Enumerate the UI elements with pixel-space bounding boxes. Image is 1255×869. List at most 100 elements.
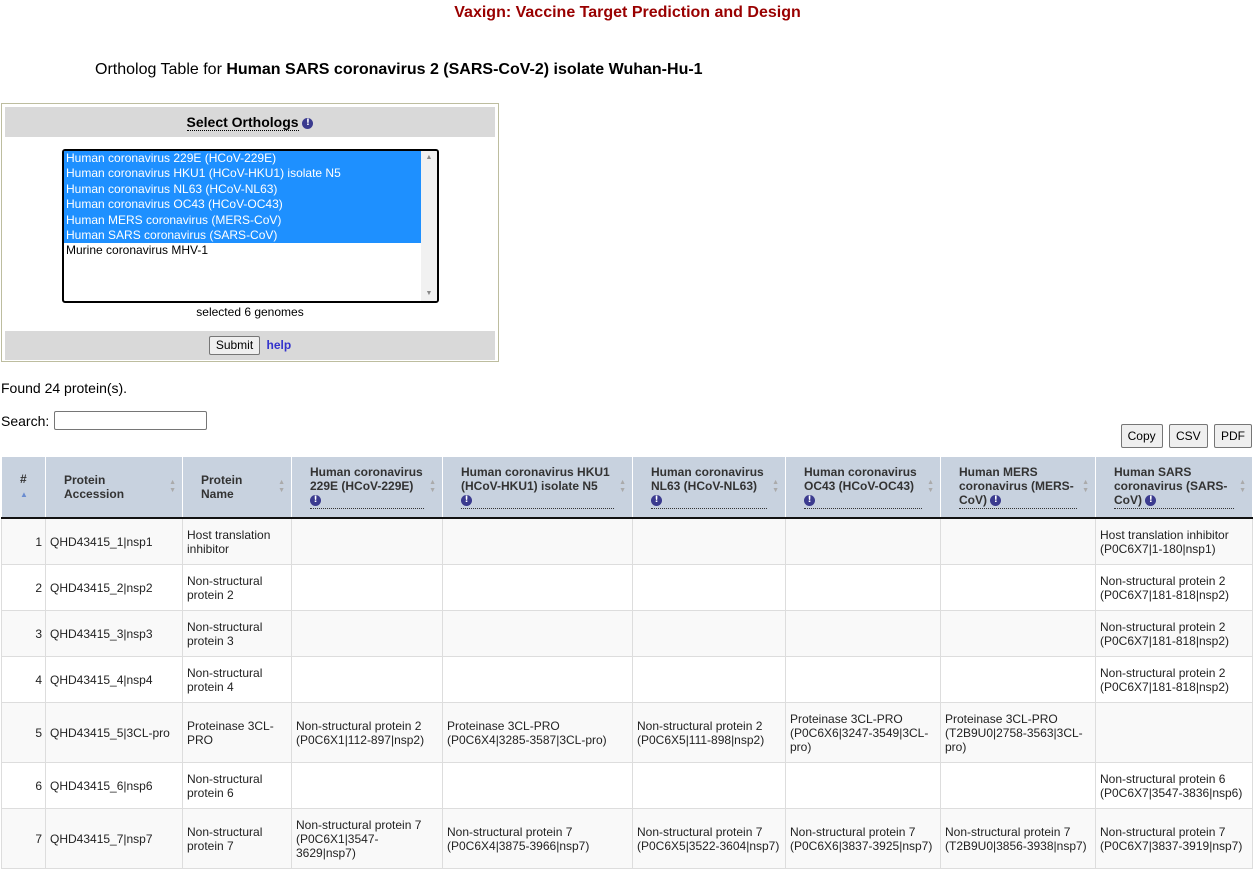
ortholog-option[interactable]: Human coronavirus OC43 (HCoV-OC43): [64, 197, 421, 213]
cell-sars-cov: Non-structural protein 2 (P0C6X7|181-818…: [1095, 564, 1253, 611]
csv-button[interactable]: CSV: [1168, 424, 1208, 448]
ortholog-table-subtitle: Ortholog Table for Human SARS coronaviru…: [95, 61, 703, 79]
col-header-label: Human coronavirus NL63 (HCoV-NL63): [651, 465, 764, 493]
sort-icon: ▲ ▼: [1082, 479, 1089, 494]
cell-mers-cov: Proteinase 3CL-PRO (T2B9U0|2758-3563|3CL…: [940, 702, 1096, 763]
cell-protein-name: Non-structural protein 4: [182, 656, 292, 703]
cell-hcov-oc43: [785, 517, 941, 565]
table-header-row: # ▲ Protein Accession ▲ ▼ Protein Name ▲ ▼…: [1, 456, 1253, 519]
table-row: 5 QHD43415_5|3CL-pro Proteinase 3CL-PRO …: [1, 702, 1253, 763]
col-header-label: Protein Accession: [64, 473, 125, 501]
panel-footer: Submit help: [5, 331, 495, 360]
cell-accession: QHD43415_4|nsp4: [45, 656, 183, 703]
table-row: 6 QHD43415_6|nsp6 Non-structural protein…: [1, 762, 1253, 809]
ortholog-option[interactable]: Human coronavirus NL63 (HCoV-NL63): [64, 181, 421, 198]
cell-hcov-nl63: [632, 656, 786, 703]
ortholog-option[interactable]: Human coronavirus HKU1 (HCoV-HKU1) isola…: [64, 166, 421, 182]
col-header-label: Human coronavirus 229E (HCoV-229E): [310, 465, 423, 493]
cell-sars-cov: Non-structural protein 6 (P0C6X7|3547-38…: [1095, 762, 1253, 809]
cell-index: 5: [1, 702, 46, 763]
listbox-scrollbar[interactable]: ▲ ▼: [421, 151, 437, 301]
info-icon[interactable]: !: [302, 117, 314, 129]
cell-hcov-oc43: [785, 762, 941, 809]
cell-mers-cov: [940, 564, 1096, 611]
cell-accession: QHD43415_1|nsp1: [45, 517, 183, 565]
cell-hcov-229e: [291, 762, 443, 809]
cell-hcov-oc43: Non-structural protein 7 (P0C6X6|3837-39…: [785, 808, 941, 869]
table-row: 3 QHD43415_3|nsp3 Non-structural protein…: [1, 610, 1253, 657]
scroll-down-icon[interactable]: ▼: [421, 287, 437, 301]
sort-icon: ▲ ▼: [927, 479, 934, 494]
cell-sars-cov: Host translation inhibitor (P0C6X7|1-180…: [1095, 517, 1253, 565]
cell-sars-cov: Non-structural protein 7 (P0C6X7|3837-39…: [1095, 808, 1253, 869]
cell-sars-cov: Non-structural protein 2 (P0C6X7|181-818…: [1095, 610, 1253, 657]
cell-hcov-oc43: [785, 564, 941, 611]
col-header-mers-cov[interactable]: Human MERS coronavirus (MERS-CoV) ! ▲ ▼: [940, 456, 1096, 519]
table-row: 4 QHD43415_4|nsp4 Non-structural protein…: [1, 656, 1253, 703]
col-header-protein-name[interactable]: Protein Name ▲ ▼: [182, 456, 292, 519]
col-header-protein-accession[interactable]: Protein Accession ▲ ▼: [45, 456, 183, 519]
col-header-sars-cov[interactable]: Human SARS coronavirus (SARS-CoV) ! ▲ ▼: [1095, 456, 1253, 519]
cell-hcov-hku1: [442, 762, 633, 809]
cell-hcov-hku1: Non-structural protein 7 (P0C6X4|3875-39…: [442, 808, 633, 869]
sort-icon: ▲ ▼: [1239, 479, 1246, 494]
info-icon[interactable]: !: [461, 495, 472, 507]
cell-mers-cov: [940, 517, 1096, 565]
info-icon[interactable]: !: [990, 495, 1002, 507]
sort-icon: ▲ ▼: [429, 479, 436, 494]
ortholog-option[interactable]: Human MERS coronavirus (MERS-CoV): [64, 212, 421, 228]
col-header-index[interactable]: # ▲: [1, 456, 46, 519]
col-header-label: Human coronavirus HKU1 (HCoV-HKU1) isola…: [461, 465, 610, 493]
scroll-up-icon[interactable]: ▲: [421, 151, 437, 165]
cell-index: 2: [1, 564, 46, 611]
sort-icon: ▲ ▼: [772, 479, 779, 494]
col-header-hcov-oc43[interactable]: Human coronavirus OC43 (HCoV-OC43)! ▲ ▼: [785, 456, 941, 519]
info-icon[interactable]: !: [651, 495, 662, 507]
submit-button[interactable]: Submit: [208, 336, 261, 356]
pdf-button[interactable]: PDF: [1214, 424, 1252, 448]
col-header-hcov-nl63[interactable]: Human coronavirus NL63 (HCoV-NL63)! ▲ ▼: [632, 456, 786, 519]
cell-mers-cov: [940, 656, 1096, 703]
info-icon[interactable]: !: [310, 495, 321, 507]
cell-hcov-oc43: [785, 656, 941, 703]
copy-button[interactable]: Copy: [1120, 424, 1163, 448]
cell-index: 6: [1, 762, 46, 809]
cell-hcov-nl63: [632, 517, 786, 565]
cell-hcov-oc43: [785, 610, 941, 657]
cell-sars-cov: [1095, 702, 1253, 763]
info-icon[interactable]: !: [1145, 495, 1157, 507]
sort-asc-icon: ▲: [20, 490, 28, 499]
cell-hcov-229e: Non-structural protein 2 (P0C6X1|112-897…: [291, 702, 443, 763]
cell-accession: QHD43415_7|nsp7: [45, 808, 183, 869]
ortholog-option[interactable]: Human SARS coronavirus (SARS-CoV): [64, 227, 421, 244]
ortholog-option[interactable]: Human coronavirus 229E (HCoV-229E): [64, 151, 421, 167]
col-header-hcov-229e[interactable]: Human coronavirus 229E (HCoV-229E)! ▲ ▼: [291, 456, 443, 519]
ortholog-listbox[interactable]: Human coronavirus 229E (HCoV-229E) Human…: [62, 149, 439, 303]
col-header-hcov-hku1[interactable]: Human coronavirus HKU1 (HCoV-HKU1) isola…: [442, 456, 633, 519]
cell-sars-cov: Non-structural protein 2 (P0C6X7|181-818…: [1095, 656, 1253, 703]
cell-hcov-229e: [291, 656, 443, 703]
search-input[interactable]: [54, 411, 207, 430]
cell-hcov-229e: [291, 517, 443, 565]
select-orthologs-panel: Select Orthologs ! Human coronavirus 229…: [1, 103, 499, 362]
cell-index: 4: [1, 656, 46, 703]
cell-accession: QHD43415_3|nsp3: [45, 610, 183, 657]
table-row: 2 QHD43415_2|nsp2 Non-structural protein…: [1, 564, 1253, 611]
cell-accession: QHD43415_5|3CL-pro: [45, 702, 183, 763]
help-link[interactable]: help: [267, 338, 292, 352]
cell-protein-name: Non-structural protein 7: [182, 808, 292, 869]
cell-protein-name: Proteinase 3CL-PRO: [182, 702, 292, 763]
cell-hcov-229e: [291, 564, 443, 611]
ortholog-option[interactable]: Murine coronavirus MHV-1: [64, 243, 421, 258]
cell-hcov-229e: [291, 610, 443, 657]
cell-mers-cov: [940, 610, 1096, 657]
cell-protein-name: Host translation inhibitor: [182, 517, 292, 565]
cell-protein-name: Non-structural protein 2: [182, 564, 292, 611]
select-orthologs-label: Select Orthologs: [186, 114, 299, 131]
info-icon[interactable]: !: [804, 495, 815, 507]
cell-protein-name: Non-structural protein 3: [182, 610, 292, 657]
select-orthologs-header: Select Orthologs !: [5, 107, 495, 137]
cell-accession: QHD43415_6|nsp6: [45, 762, 183, 809]
cell-hcov-hku1: [442, 564, 633, 611]
table-row: 1 QHD43415_1|nsp1 Host translation inhib…: [1, 517, 1253, 565]
